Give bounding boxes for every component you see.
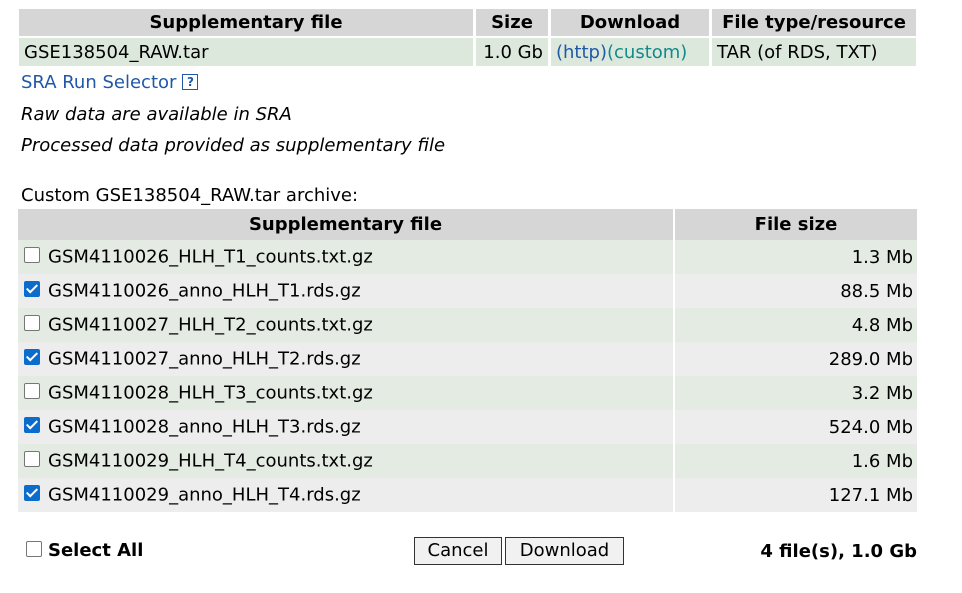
file-name: GSM4110029_anno_HLH_T4.rds.gz: [48, 484, 361, 506]
file-checkbox[interactable]: [24, 349, 40, 366]
file-checkbox[interactable]: [24, 383, 40, 400]
table-row: GSM4110028_anno_HLH_T3.rds.gz 524.0 Mb: [18, 410, 917, 444]
file-name: GSM4110027_anno_HLH_T2.rds.gz: [48, 348, 361, 370]
select-all[interactable]: Select All: [26, 540, 143, 561]
file-size: 1.3 Mb: [675, 240, 917, 274]
file-checkbox[interactable]: [24, 315, 40, 332]
file-size: 3.2 Mb: [675, 376, 917, 410]
custom-download-link[interactable]: (custom): [607, 42, 687, 63]
file-checkbox[interactable]: [24, 451, 40, 468]
file-name: GSM4110027_HLH_T2_counts.txt.gz: [48, 314, 373, 336]
header-supplementary-file: Supplementary file: [19, 9, 473, 36]
table-row: GSE138504_RAW.tar 1.0 Gb (http)(custom) …: [19, 38, 916, 66]
table-row: GSM4110026_HLH_T1_counts.txt.gz 1.3 Mb: [18, 240, 917, 274]
select-all-checkbox[interactable]: [26, 541, 42, 557]
file-size: 88.5 Mb: [675, 274, 917, 308]
download-button[interactable]: Download: [505, 537, 624, 565]
sra-run-selector-link[interactable]: SRA Run Selector: [21, 72, 176, 93]
file-name: GSM4110029_HLH_T4_counts.txt.gz: [48, 450, 373, 472]
file-name-cell: GSM4110029_anno_HLH_T4.rds.gz: [18, 478, 673, 512]
processed-data-note: Processed data provided as supplementary…: [21, 135, 446, 156]
header-download: Download: [551, 9, 709, 36]
file-name: GSM4110026_HLH_T1_counts.txt.gz: [48, 246, 373, 268]
table-row: GSM4110026_anno_HLH_T1.rds.gz 88.5 Mb: [18, 274, 917, 308]
header-archive-size: File size: [675, 209, 917, 240]
file-checkbox[interactable]: [24, 247, 40, 264]
table-row: GSM4110027_HLH_T2_counts.txt.gz 4.8 Mb: [18, 308, 917, 342]
select-all-label: Select All: [48, 540, 144, 561]
file-name: GSM4110028_HLH_T3_counts.txt.gz: [48, 382, 373, 404]
file-size: 289.0 Mb: [675, 342, 917, 376]
file-name-cell: GSM4110029_HLH_T4_counts.txt.gz: [18, 444, 673, 478]
sra-run-selector-line: SRA Run Selector?: [21, 72, 199, 96]
file-checkbox[interactable]: [24, 485, 40, 502]
header-archive-file: Supplementary file: [18, 209, 673, 240]
file-name-cell: GSM4110027_HLH_T2_counts.txt.gz: [18, 308, 673, 342]
file-size: 524.0 Mb: [675, 410, 917, 444]
table-row: GSM4110028_HLH_T3_counts.txt.gz 3.2 Mb: [18, 376, 917, 410]
table-row: GSM4110029_HLH_T4_counts.txt.gz 1.6 Mb: [18, 444, 917, 478]
table-row: GSM4110027_anno_HLH_T2.rds.gz 289.0 Mb: [18, 342, 917, 376]
file-size: 127.1 Mb: [675, 478, 917, 512]
table-row: GSM4110029_anno_HLH_T4.rds.gz 127.1 Mb: [18, 478, 917, 512]
file-size: 4.8 Mb: [675, 308, 917, 342]
file-checkbox[interactable]: [24, 417, 40, 434]
file-size-cell: 1.0 Gb: [476, 38, 548, 66]
file-name-cell: GSM4110026_HLH_T1_counts.txt.gz: [18, 240, 673, 274]
file-name-cell: GSM4110027_anno_HLH_T2.rds.gz: [18, 342, 673, 376]
supplementary-table: Supplementary file Size Download File ty…: [16, 7, 919, 68]
file-name: GSM4110028_anno_HLH_T3.rds.gz: [48, 416, 361, 438]
header-size: Size: [476, 9, 548, 36]
file-name-cell: GSM4110028_HLH_T3_counts.txt.gz: [18, 376, 673, 410]
file-name: GSM4110026_anno_HLH_T1.rds.gz: [48, 280, 361, 302]
archive-table: Supplementary file File size GSM4110026_…: [16, 209, 919, 512]
file-name-cell: GSM4110026_anno_HLH_T1.rds.gz: [18, 274, 673, 308]
help-icon[interactable]: ?: [182, 74, 199, 90]
selection-summary: 4 file(s), 1.0 Gb: [760, 541, 917, 562]
file-size: 1.6 Mb: [675, 444, 917, 478]
raw-data-note: Raw data are available in SRA: [21, 104, 292, 125]
cancel-button[interactable]: Cancel: [414, 537, 502, 565]
http-download-link[interactable]: (http): [556, 42, 607, 63]
archive-rows: GSM4110026_HLH_T1_counts.txt.gz 1.3 Mb GSM…: [18, 240, 917, 512]
file-name-cell: GSM4110028_anno_HLH_T3.rds.gz: [18, 410, 673, 444]
file-type-cell: TAR (of RDS, TXT): [712, 38, 916, 66]
file-name-cell: GSE138504_RAW.tar: [19, 38, 473, 66]
file-checkbox[interactable]: [24, 281, 40, 298]
archive-label: Custom GSE138504_RAW.tar archive:: [21, 185, 359, 206]
header-file-type: File type/resource: [712, 9, 916, 36]
download-cell: (http)(custom): [551, 38, 709, 66]
